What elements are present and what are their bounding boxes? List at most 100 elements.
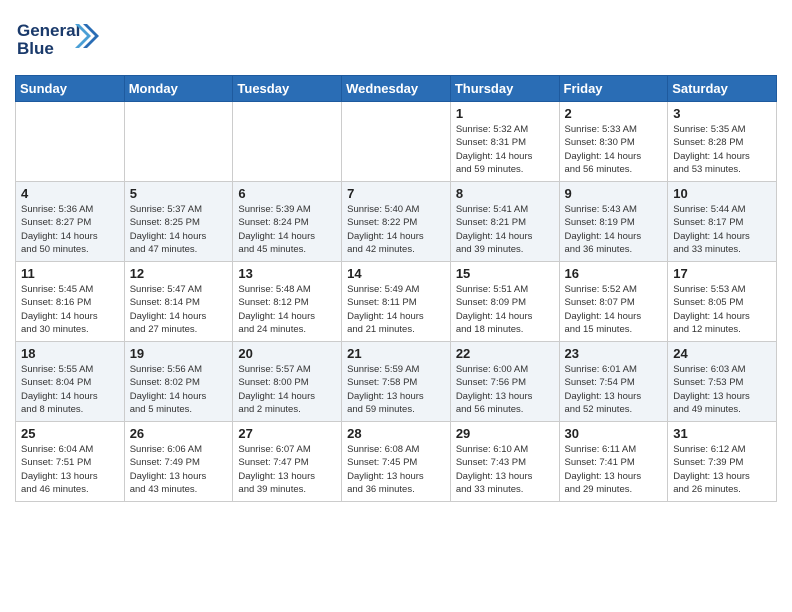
day-info: Sunrise: 5:57 AMSunset: 8:00 PMDaylight:… [238,363,337,416]
day-info: Sunrise: 5:32 AMSunset: 8:31 PMDaylight:… [456,123,555,176]
day-number: 8 [456,186,555,201]
logo: General Blue [15,14,100,67]
day-number: 7 [347,186,446,201]
day-info: Sunrise: 5:35 AMSunset: 8:28 PMDaylight:… [673,123,772,176]
day-info: Sunrise: 5:52 AMSunset: 8:07 PMDaylight:… [565,283,664,336]
day-cell-8: 8 Sunrise: 5:41 AMSunset: 8:21 PMDaylight… [450,182,559,262]
page: General Blue SundayMondayTuesdayWednesda… [0,0,792,517]
day-info: Sunrise: 5:53 AMSunset: 8:05 PMDaylight:… [673,283,772,336]
day-header-sunday: Sunday [16,76,125,102]
day-number: 14 [347,266,446,281]
day-number: 31 [673,426,772,441]
day-cell-27: 27 Sunrise: 6:07 AMSunset: 7:47 PMDayligh… [233,422,342,502]
day-cell-19: 19Sunrise: 5:56 AMSunset: 8:02 PMDayligh… [124,342,233,422]
day-info: Sunrise: 5:40 AMSunset: 8:22 PMDaylight:… [347,203,446,256]
day-info: Sunrise: 6:11 AMSunset: 7:41 PMDaylight:… [565,443,664,496]
week-row-1: 1 Sunrise: 5:32 AMSunset: 8:31 PMDaylight… [16,102,777,182]
day-info: Sunrise: 6:03 AMSunset: 7:53 PMDaylight:… [673,363,772,416]
day-cell-6: 6Sunrise: 5:39 AMSunset: 8:24 PMDaylight… [233,182,342,262]
day-number: 22 [456,346,555,361]
day-number: 10 [673,186,772,201]
day-cell-13: 13Sunrise: 5:48 AMSunset: 8:12 PMDayligh… [233,262,342,342]
empty-cell [16,102,125,182]
day-number: 24 [673,346,772,361]
day-number: 9 [565,186,664,201]
day-cell-16: 16 Sunrise: 5:52 AMSunset: 8:07 PMDayligh… [559,262,668,342]
logo-area: General Blue [15,10,100,67]
day-info: Sunrise: 6:06 AMSunset: 7:49 PMDaylight:… [130,443,229,496]
day-cell-22: 22 Sunrise: 6:00 AMSunset: 7:56 PMDayligh… [450,342,559,422]
day-info: Sunrise: 5:43 AMSunset: 8:19 PMDaylight:… [565,203,664,256]
day-cell-24: 24 Sunrise: 6:03 AMSunset: 7:53 PMDayligh… [668,342,777,422]
day-number: 4 [21,186,120,201]
day-header-tuesday: Tuesday [233,76,342,102]
day-info: Sunrise: 6:01 AMSunset: 7:54 PMDaylight:… [565,363,664,416]
day-header-saturday: Saturday [668,76,777,102]
week-row-4: 18 Sunrise: 5:55 AMSunset: 8:04 PMDayligh… [16,342,777,422]
day-info: Sunrise: 6:12 AMSunset: 7:39 PMDaylight:… [673,443,772,496]
day-cell-3: 3 Sunrise: 5:35 AMSunset: 8:28 PMDaylight… [668,102,777,182]
day-number: 16 [565,266,664,281]
day-number: 27 [238,426,337,441]
day-number: 25 [21,426,120,441]
day-info: Sunrise: 5:41 AMSunset: 8:21 PMDaylight:… [456,203,555,256]
day-info: Sunrise: 6:00 AMSunset: 7:56 PMDaylight:… [456,363,555,416]
day-number: 3 [673,106,772,121]
day-info: Sunrise: 5:36 AMSunset: 8:27 PMDaylight:… [21,203,120,256]
day-cell-18: 18 Sunrise: 5:55 AMSunset: 8:04 PMDayligh… [16,342,125,422]
day-cell-25: 25 Sunrise: 6:04 AMSunset: 7:51 PMDayligh… [16,422,125,502]
day-number: 18 [21,346,120,361]
svg-text:General: General [17,21,80,40]
day-cell-23: 23 Sunrise: 6:01 AMSunset: 7:54 PMDayligh… [559,342,668,422]
day-info: Sunrise: 6:10 AMSunset: 7:43 PMDaylight:… [456,443,555,496]
day-cell-10: 10 Sunrise: 5:44 AMSunset: 8:17 PMDayligh… [668,182,777,262]
day-header-friday: Friday [559,76,668,102]
day-number: 29 [456,426,555,441]
day-cell-11: 11Sunrise: 5:45 AMSunset: 8:16 PMDayligh… [16,262,125,342]
day-info: Sunrise: 5:56 AMSunset: 8:02 PMDaylight:… [130,363,229,416]
day-header-monday: Monday [124,76,233,102]
day-number: 20 [238,346,337,361]
day-cell-31: 31 Sunrise: 6:12 AMSunset: 7:39 PMDayligh… [668,422,777,502]
day-number: 11 [21,266,120,281]
day-number: 17 [673,266,772,281]
week-row-2: 4 Sunrise: 5:36 AMSunset: 8:27 PMDaylight… [16,182,777,262]
day-info: Sunrise: 6:04 AMSunset: 7:51 PMDaylight:… [21,443,120,496]
empty-cell [342,102,451,182]
day-info: Sunrise: 5:55 AMSunset: 8:04 PMDaylight:… [21,363,120,416]
day-header-thursday: Thursday [450,76,559,102]
day-cell-21: 21Sunrise: 5:59 AMSunset: 7:58 PMDayligh… [342,342,451,422]
day-number: 23 [565,346,664,361]
day-number: 1 [456,106,555,121]
week-row-3: 11Sunrise: 5:45 AMSunset: 8:16 PMDayligh… [16,262,777,342]
day-cell-1: 1 Sunrise: 5:32 AMSunset: 8:31 PMDaylight… [450,102,559,182]
day-number: 15 [456,266,555,281]
empty-cell [124,102,233,182]
day-cell-20: 20 Sunrise: 5:57 AMSunset: 8:00 PMDayligh… [233,342,342,422]
day-cell-17: 17 Sunrise: 5:53 AMSunset: 8:05 PMDayligh… [668,262,777,342]
day-header-wednesday: Wednesday [342,76,451,102]
day-number: 5 [130,186,229,201]
day-number: 30 [565,426,664,441]
days-header-row: SundayMondayTuesdayWednesdayThursdayFrid… [16,76,777,102]
week-row-5: 25 Sunrise: 6:04 AMSunset: 7:51 PMDayligh… [16,422,777,502]
day-cell-5: 5 Sunrise: 5:37 AMSunset: 8:25 PMDaylight… [124,182,233,262]
day-info: Sunrise: 5:37 AMSunset: 8:25 PMDaylight:… [130,203,229,256]
header: General Blue [15,10,777,67]
day-number: 26 [130,426,229,441]
day-cell-12: 12Sunrise: 5:47 AMSunset: 8:14 PMDayligh… [124,262,233,342]
empty-cell [233,102,342,182]
day-number: 13 [238,266,337,281]
day-info: Sunrise: 5:59 AMSunset: 7:58 PMDaylight:… [347,363,446,416]
day-cell-7: 7 Sunrise: 5:40 AMSunset: 8:22 PMDaylight… [342,182,451,262]
day-info: Sunrise: 5:33 AMSunset: 8:30 PMDaylight:… [565,123,664,176]
day-cell-26: 26 Sunrise: 6:06 AMSunset: 7:49 PMDayligh… [124,422,233,502]
calendar-table: SundayMondayTuesdayWednesdayThursdayFrid… [15,75,777,502]
day-number: 28 [347,426,446,441]
day-info: Sunrise: 6:07 AMSunset: 7:47 PMDaylight:… [238,443,337,496]
day-cell-30: 30 Sunrise: 6:11 AMSunset: 7:41 PMDayligh… [559,422,668,502]
day-info: Sunrise: 5:44 AMSunset: 8:17 PMDaylight:… [673,203,772,256]
day-cell-9: 9 Sunrise: 5:43 AMSunset: 8:19 PMDaylight… [559,182,668,262]
day-info: Sunrise: 5:51 AMSunset: 8:09 PMDaylight:… [456,283,555,336]
day-cell-2: 2Sunrise: 5:33 AMSunset: 8:30 PMDaylight… [559,102,668,182]
